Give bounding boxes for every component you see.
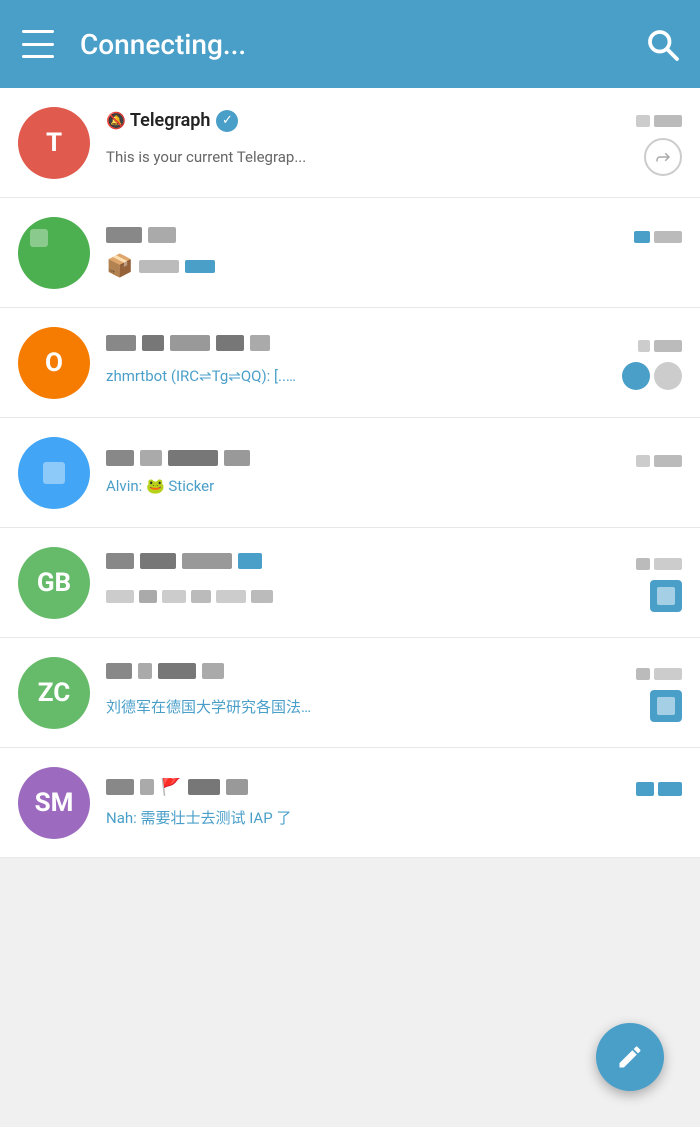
chat-content-telegraph: 🔕 Telegraph ✓ This is your current Teleg… bbox=[106, 110, 682, 176]
compose-fab[interactable] bbox=[596, 1023, 664, 1091]
chat-item-2[interactable]: 📦 bbox=[0, 198, 700, 308]
forward-button-telegraph[interactable] bbox=[644, 138, 682, 176]
unread-icon-6 bbox=[650, 690, 682, 722]
chat-preview-7: Nah: 需要壮士去测试 IAP 了 bbox=[106, 807, 682, 828]
chat-time-telegraph bbox=[636, 115, 682, 127]
chat-item-3[interactable]: O zhmrtbot (IRC⇌Tg⇌QQ): [..… bbox=[0, 308, 700, 418]
chat-content-5 bbox=[106, 553, 682, 612]
chat-item-7[interactable]: SM 🚩 Nah: 需要壮士去测试 IAP 了 bbox=[0, 748, 700, 858]
chat-content-2: 📦 bbox=[106, 227, 682, 279]
chat-header-2 bbox=[106, 227, 682, 248]
chat-item-telegraph[interactable]: T 🔕 Telegraph ✓ This is your current Tel… bbox=[0, 88, 700, 198]
search-button[interactable] bbox=[644, 26, 680, 62]
emoji-box: 📦 bbox=[106, 254, 133, 279]
chat-item-6[interactable]: ZC 刘德军在德国大学研究各国法… bbox=[0, 638, 700, 748]
mute-icon: 🔕 bbox=[106, 111, 126, 130]
chat-time-2 bbox=[634, 231, 682, 243]
hamburger-menu-button[interactable] bbox=[20, 26, 56, 62]
unread-badge-3b bbox=[654, 362, 682, 390]
chat-header-5 bbox=[106, 553, 682, 574]
chat-content-6: 刘德军在德国大学研究各国法… bbox=[106, 663, 682, 722]
unread-badge-3 bbox=[622, 362, 650, 390]
unread-icon-5 bbox=[650, 580, 682, 612]
chat-list: T 🔕 Telegraph ✓ This is your current Tel… bbox=[0, 88, 700, 858]
chat-content-3: zhmrtbot (IRC⇌Tg⇌QQ): [..… bbox=[106, 335, 682, 390]
avatar-7: SM bbox=[18, 767, 90, 839]
top-bar-title: Connecting... bbox=[80, 28, 246, 61]
chat-name-telegraph: Telegraph bbox=[130, 110, 211, 131]
chat-content-4: Alvin: 🐸 Sticker bbox=[106, 450, 682, 495]
top-bar: Connecting... bbox=[0, 0, 700, 88]
chat-preview-3: zhmrtbot (IRC⇌Tg⇌QQ): [..… bbox=[106, 367, 296, 385]
preview-blur-2 bbox=[139, 260, 179, 273]
chat-header-4 bbox=[106, 450, 682, 471]
chat-header-3 bbox=[106, 335, 682, 356]
chat-content-7: 🚩 Nah: 需要壮士去测试 IAP 了 bbox=[106, 778, 682, 828]
top-bar-left: Connecting... bbox=[20, 26, 246, 62]
chat-header-telegraph: 🔕 Telegraph ✓ bbox=[106, 110, 682, 132]
avatar-2 bbox=[18, 217, 90, 289]
avatar-4 bbox=[18, 437, 90, 509]
chat-item-4[interactable]: Alvin: 🐸 Sticker bbox=[0, 418, 700, 528]
verified-badge: ✓ bbox=[216, 110, 238, 132]
chat-preview-telegraph: This is your current Telegrap... bbox=[106, 148, 306, 166]
avatar-telegraph: T bbox=[18, 107, 90, 179]
avatar-5: GB bbox=[18, 547, 90, 619]
avatar-3: O bbox=[18, 327, 90, 399]
avatar-6: ZC bbox=[18, 657, 90, 729]
chat-item-5[interactable]: GB bbox=[0, 528, 700, 638]
chat-preview-6: 刘德军在德国大学研究各国法… bbox=[106, 696, 650, 717]
chat-preview-4: Alvin: 🐸 Sticker bbox=[106, 477, 682, 495]
chat-header-6 bbox=[106, 663, 682, 684]
chat-header-7: 🚩 bbox=[106, 778, 682, 801]
